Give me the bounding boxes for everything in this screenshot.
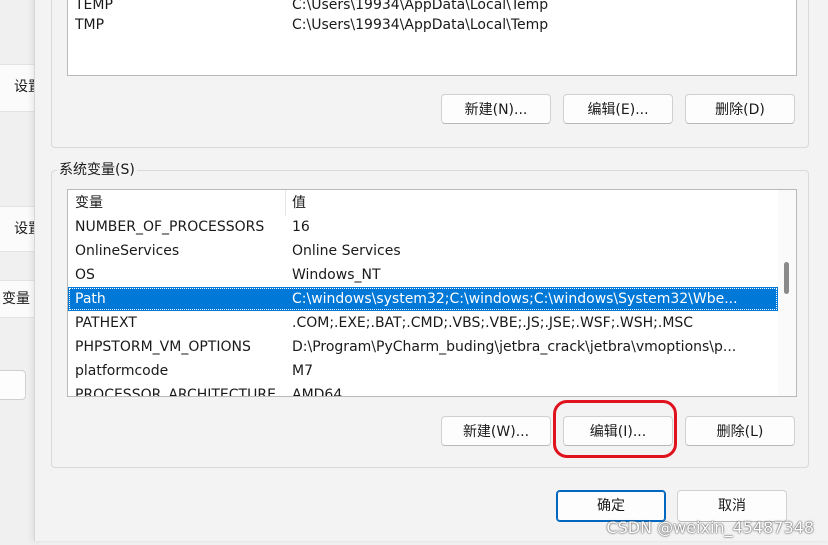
- table-row[interactable]: OnlineServices Online Services: [68, 239, 778, 263]
- user-edit-button[interactable]: 编辑(E)...: [563, 94, 673, 124]
- var-name: OnlineServices: [75, 243, 180, 259]
- var-name: TMP: [75, 17, 105, 33]
- var-name: NUMBER_OF_PROCESSORS: [75, 219, 265, 235]
- var-value: C:\windows\system32;C:\windows;C:\window…: [292, 291, 738, 307]
- system-variables-label: 系统变量(S): [57, 159, 137, 179]
- list-header: 变量 值: [68, 190, 778, 216]
- table-row[interactable]: PATHEXT .COM;.EXE;.BAT;.CMD;.VBS;.VBE;.J…: [68, 311, 778, 335]
- var-value: M7: [292, 363, 313, 379]
- watermark: CSDN @weixin_45487348: [606, 518, 814, 537]
- environment-variables-dialog: TEMP C:\Users\19934\AppData\Local\Temp T…: [34, 0, 828, 541]
- table-row[interactable]: PROCESSOR_ARCHITECTURE AMD64: [68, 383, 778, 397]
- column-divider[interactable]: [285, 190, 286, 216]
- bg-label-env-vars[interactable]: 变量: [2, 288, 30, 308]
- annotation-highlight: [553, 400, 677, 458]
- bg-button[interactable]: [0, 370, 26, 400]
- var-name: OS: [75, 267, 95, 283]
- var-value: Windows_NT: [292, 267, 381, 283]
- var-value: 16: [292, 219, 310, 235]
- table-row[interactable]: TMP C:\Users\19934\AppData\Local\Temp: [68, 13, 778, 37]
- table-row[interactable]: OS Windows_NT: [68, 263, 778, 287]
- var-value: Online Services: [292, 243, 401, 259]
- table-row[interactable]: PHPSTORM_VM_OPTIONS D:\Program\PyCharm_b…: [68, 335, 778, 359]
- var-name: PATHEXT: [75, 315, 137, 331]
- user-new-button[interactable]: 新建(N)...: [441, 94, 551, 124]
- var-value: C:\Users\19934\AppData\Local\Temp: [292, 17, 549, 33]
- vertical-scrollbar[interactable]: [778, 190, 796, 396]
- system-new-button[interactable]: 新建(W)...: [441, 416, 551, 446]
- scrollbar-thumb[interactable]: [784, 262, 789, 294]
- column-header-value[interactable]: 值: [292, 190, 306, 216]
- var-value: .COM;.EXE;.BAT;.CMD;.VBS;.VBE;.JS;.JSE;.…: [292, 315, 694, 331]
- column-header-name[interactable]: 变量: [75, 190, 103, 216]
- user-variables-list[interactable]: TEMP C:\Users\19934\AppData\Local\Temp T…: [67, 0, 797, 76]
- var-name: PROCESSOR_ARCHITECTURE: [75, 387, 276, 397]
- user-delete-button[interactable]: 删除(D): [685, 94, 795, 124]
- var-name: Path: [75, 291, 106, 307]
- var-name: platformcode: [75, 363, 169, 379]
- system-delete-button[interactable]: 删除(L): [685, 416, 795, 446]
- var-name: PHPSTORM_VM_OPTIONS: [75, 339, 251, 355]
- table-row[interactable]: platformcode M7: [68, 359, 778, 383]
- system-variables-list[interactable]: 变量 值 NUMBER_OF_PROCESSORS 16 OnlineServi…: [67, 189, 797, 397]
- var-value: D:\Program\PyCharm_buding\jetbra_crack\j…: [292, 339, 737, 355]
- var-value: AMD64: [292, 387, 343, 397]
- table-row[interactable]: NUMBER_OF_PROCESSORS 16: [68, 215, 778, 239]
- table-row-selected[interactable]: Path C:\windows\system32;C:\windows;C:\w…: [68, 287, 778, 311]
